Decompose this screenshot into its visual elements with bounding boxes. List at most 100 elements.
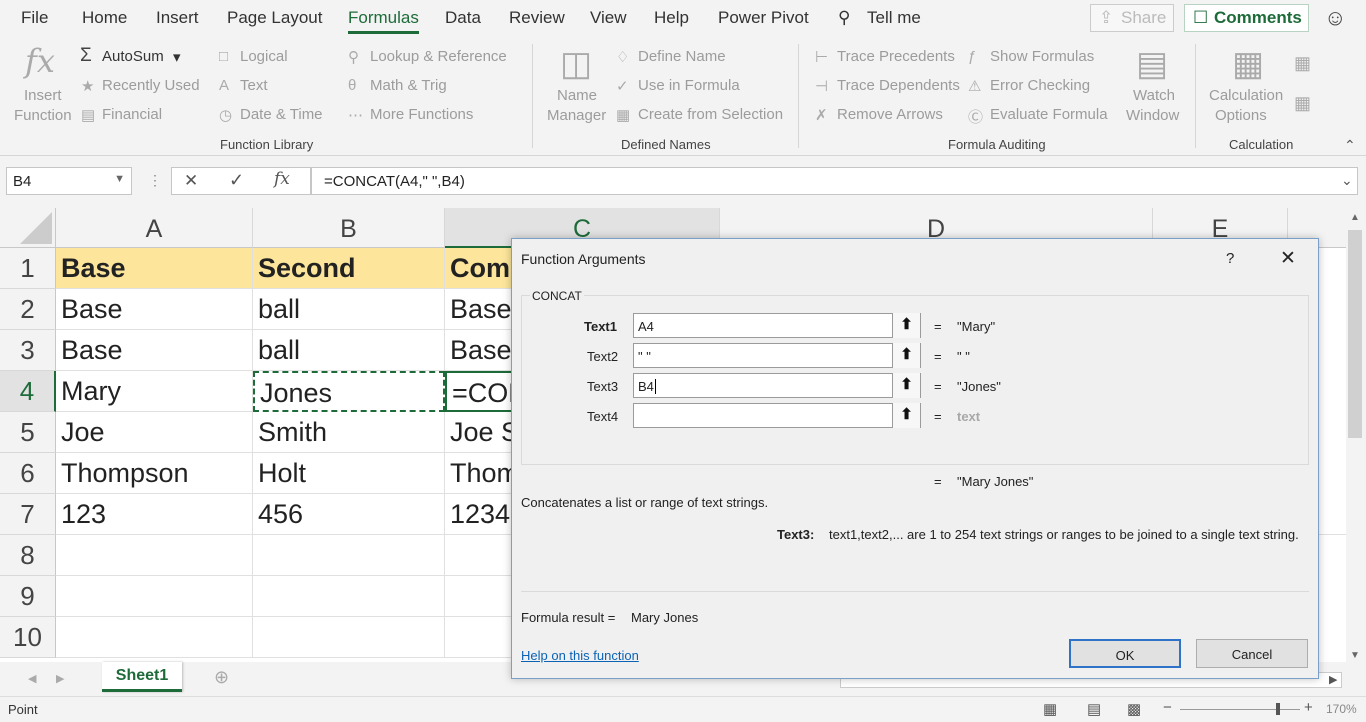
enter-icon[interactable]: ✓ <box>229 170 244 191</box>
search-icon[interactable]: ⚲ <box>838 8 850 28</box>
zoom-in-icon[interactable]: + <box>1304 699 1313 716</box>
math-trig-button[interactable]: Math & Trig <box>370 77 447 94</box>
row-header-3[interactable]: 3 <box>0 330 56 371</box>
watch-window-label-2[interactable]: Window <box>1126 107 1179 124</box>
help-icon[interactable]: ? <box>1226 250 1234 267</box>
column-header-b[interactable]: B <box>253 208 445 248</box>
autosum-button[interactable]: AutoSum <box>102 48 164 65</box>
row-header-9[interactable]: 9 <box>0 576 56 617</box>
create-from-selection-button[interactable]: Create from Selection <box>638 106 783 123</box>
collapse-dialog-icon[interactable]: ⬆ <box>892 313 920 338</box>
insert-function-fx-icon[interactable]: fx <box>274 169 290 189</box>
menu-file[interactable]: File <box>21 8 48 28</box>
cell-a1[interactable]: Base <box>56 248 253 289</box>
comments-button[interactable]: ☐ Comments <box>1184 4 1309 32</box>
name-manager-label-2[interactable]: Manager <box>547 107 606 124</box>
date-time-button[interactable]: Date & Time <box>240 106 323 123</box>
cancel-button[interactable]: Cancel <box>1196 639 1308 668</box>
cell-b8[interactable] <box>253 535 445 576</box>
cell-b3[interactable]: ball <box>253 330 445 371</box>
close-icon[interactable]: ✕ <box>1280 247 1296 270</box>
cell-a10[interactable] <box>56 617 253 658</box>
more-functions-button[interactable]: More Functions <box>370 106 473 123</box>
cell-a2[interactable]: Base <box>56 289 253 330</box>
select-all-corner[interactable] <box>0 208 56 248</box>
row-header-5[interactable]: 5 <box>0 412 56 453</box>
cell-b7[interactable]: 456 <box>253 494 445 535</box>
scroll-down-icon[interactable]: ▼ <box>1350 650 1360 661</box>
show-formulas-button[interactable]: Show Formulas <box>990 48 1094 65</box>
calculate-sheet-icon[interactable]: ▦ <box>1294 93 1311 114</box>
column-header-a[interactable]: A <box>56 208 253 248</box>
cell-b5[interactable]: Smith <box>253 412 445 453</box>
collapse-ribbon-icon[interactable]: ⌃ <box>1344 137 1356 154</box>
menu-power-pivot[interactable]: Power Pivot <box>718 8 809 28</box>
page-layout-view-icon[interactable]: ▤ <box>1087 700 1101 718</box>
cell-a9[interactable] <box>56 576 253 617</box>
cell-a7[interactable]: 123 <box>56 494 253 535</box>
remove-arrows-button[interactable]: Remove Arrows <box>837 106 943 123</box>
expand-formula-bar-icon[interactable]: ⌄ <box>1341 172 1353 189</box>
collapse-dialog-icon[interactable]: ⬆ <box>892 373 920 398</box>
financial-button[interactable]: Financial <box>102 106 162 123</box>
calculate-now-icon[interactable]: ▦ <box>1294 53 1311 74</box>
menu-help[interactable]: Help <box>654 8 689 28</box>
collapse-dialog-icon[interactable]: ⬆ <box>892 343 920 368</box>
row-header-2[interactable]: 2 <box>0 289 56 330</box>
trace-dependents-button[interactable]: Trace Dependents <box>837 77 960 94</box>
share-button[interactable]: ⇪ Share <box>1090 4 1174 32</box>
cell-a8[interactable] <box>56 535 253 576</box>
zoom-slider[interactable] <box>1180 709 1300 710</box>
watch-window-label-1[interactable]: Watch <box>1133 87 1175 104</box>
menu-insert[interactable]: Insert <box>156 8 199 28</box>
logical-button[interactable]: Logical <box>240 48 288 65</box>
tab-scroll-left-icon[interactable]: ◀ <box>28 672 36 685</box>
lookup-reference-button[interactable]: Lookup & Reference <box>370 48 507 65</box>
menu-review[interactable]: Review <box>509 8 565 28</box>
row-header-8[interactable]: 8 <box>0 535 56 576</box>
calculation-options-label-1[interactable]: Calculation <box>1209 87 1283 104</box>
zoom-level[interactable]: 170% <box>1326 702 1357 716</box>
name-box[interactable]: B4 ▼ <box>6 167 132 195</box>
sheet-tab-sheet1[interactable]: Sheet1 <box>102 662 182 692</box>
add-sheet-icon[interactable]: ⊕ <box>214 667 229 688</box>
menu-page-layout[interactable]: Page Layout <box>227 8 322 28</box>
cell-a4[interactable]: Mary <box>56 371 253 412</box>
zoom-slider-thumb[interactable] <box>1276 703 1280 715</box>
arg-input-text2[interactable]: " " <box>633 343 921 368</box>
help-link[interactable]: Help on this function <box>521 648 639 663</box>
define-name-button[interactable]: Define Name <box>638 48 726 65</box>
name-manager-label-1[interactable]: Name <box>557 87 597 104</box>
cell-b6[interactable]: Holt <box>253 453 445 494</box>
cell-b10[interactable] <box>253 617 445 658</box>
insert-function-label-1[interactable]: Insert <box>24 87 62 104</box>
cell-b9[interactable] <box>253 576 445 617</box>
cell-a5[interactable]: Joe <box>56 412 253 453</box>
arg-input-text1[interactable]: A4 <box>633 313 921 338</box>
arg-input-text3[interactable]: B4​ <box>633 373 921 398</box>
tab-scroll-right-icon[interactable]: ▶ <box>56 672 64 685</box>
formula-input[interactable]: =CONCAT(A4," ",B4) <box>311 167 1358 195</box>
page-break-view-icon[interactable]: ▩ <box>1127 700 1141 718</box>
menu-formulas[interactable]: Formulas <box>348 8 419 34</box>
scroll-up-icon[interactable]: ▲ <box>1350 212 1360 223</box>
menu-data[interactable]: Data <box>445 8 481 28</box>
row-header-7[interactable]: 7 <box>0 494 56 535</box>
cell-b4[interactable]: Jones <box>253 371 445 412</box>
vertical-scroll-thumb[interactable] <box>1348 230 1362 438</box>
cell-a6[interactable]: Thompson <box>56 453 253 494</box>
tell-me-search[interactable]: Tell me <box>867 8 921 28</box>
arg-input-text4[interactable] <box>633 403 921 428</box>
scroll-right-icon[interactable]: ▶ <box>1329 673 1337 686</box>
recently-used-button[interactable]: Recently Used <box>102 77 200 94</box>
cell-a3[interactable]: Base <box>56 330 253 371</box>
ok-button[interactable]: OK <box>1069 639 1181 668</box>
evaluate-formula-button[interactable]: Evaluate Formula <box>990 106 1108 123</box>
autosum-dropdown-icon[interactable]: ▾ <box>173 48 181 66</box>
use-in-formula-button[interactable]: Use in Formula <box>638 77 740 94</box>
row-header-6[interactable]: 6 <box>0 453 56 494</box>
row-header-4[interactable]: 4 <box>0 371 56 412</box>
chevron-down-icon[interactable]: ▼ <box>114 173 125 185</box>
cell-b1[interactable]: Second <box>253 248 445 289</box>
collapse-dialog-icon[interactable]: ⬆ <box>892 403 920 428</box>
